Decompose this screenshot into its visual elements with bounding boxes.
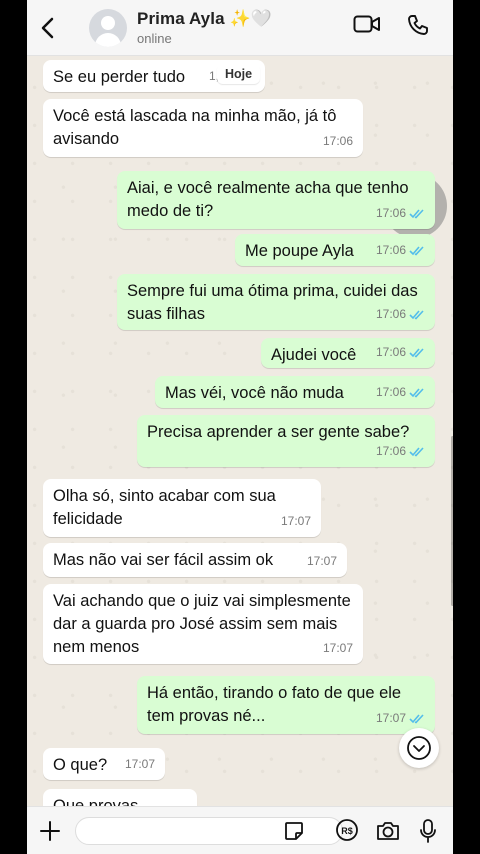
read-ticks-icon [409,447,424,457]
video-call-icon[interactable] [353,14,381,41]
contact-info[interactable]: Prima Ayla ✨🤍 online [137,9,272,46]
svg-text:R$: R$ [341,826,353,836]
message-bubble[interactable]: Olha só, sinto acabar com sua felicidade… [43,479,321,537]
message-time: 17:06 [322,134,353,148]
read-ticks-icon [409,388,424,398]
contact-status: online [137,31,172,46]
message-text: Precisa aprender a ser gente sabe? [147,423,410,441]
contact-name: Prima Ayla ✨🤍 [137,9,272,28]
message-text: Que provas [53,797,139,806]
message-bubble[interactable]: Me poupe Ayla 17:06 [235,234,435,266]
payment-icon[interactable]: R$ [335,818,359,847]
message-time: 17:07 [124,757,155,771]
message-bubble[interactable]: Você está lascada na minha mão, já tô av… [43,99,363,157]
message-time: 17:07 [306,554,337,568]
phone-icon[interactable] [407,14,429,41]
read-ticks-icon [409,714,424,724]
camera-icon[interactable] [375,820,401,847]
message-time: 17:06 [376,341,425,364]
message-time: 17:06 [376,381,425,404]
message-time: 17:06 [376,440,425,463]
message-time: 17:06 [376,303,425,326]
message-bubble[interactable]: Há então, tirando o fato de que ele tem … [137,676,435,734]
message-text: O que? [53,756,108,774]
message-text: Me poupe Ayla [245,242,354,260]
message-text: Você está lascada na minha mão, já tô av… [53,107,337,148]
plus-icon[interactable] [37,818,63,844]
read-ticks-icon [409,348,424,358]
message-text: Sempre fui uma ótima prima, cuidei das s… [127,282,418,323]
message-time: 17:06 [376,239,425,262]
message-bubble[interactable]: Ajudei você 17:06 [261,338,435,368]
read-ticks-icon [409,209,424,219]
chat-screen: Prima Ayla ✨🤍 online Se eu perder tudo 1… [27,0,453,854]
message-bubble[interactable]: Precisa aprender a ser gente sabe? 17:06 [137,415,435,467]
read-ticks-icon [409,310,424,320]
message-text: Aiai, e você realmente acha que tenho me… [127,179,409,220]
message-text: Vai achando que o juiz vai simplesmente … [53,592,351,656]
chevron-down-icon[interactable] [399,728,439,768]
date-separator: Hoje [217,64,261,84]
message-time: 17:07 [280,514,311,528]
composer-bar: R$ [27,806,453,854]
chevron-left-icon[interactable] [31,0,63,56]
avatar[interactable] [89,8,127,47]
message-text: Ajudei você [271,346,357,364]
scrollbar[interactable] [451,436,453,606]
message-bubble[interactable]: Mas véi, você não muda 17:06 [155,376,435,408]
message-text: Mas não vai ser fácil assim ok [53,551,274,569]
message-bubble[interactable]: O que? 17:07 [43,748,165,780]
message-bubble[interactable]: Vai achando que o juiz vai simplesmente … [43,584,363,664]
message-bubble[interactable]: Que provas [43,789,197,806]
message-text: Há então, tirando o fato de que ele tem … [147,684,402,725]
message-text: Se eu perder tudo [53,68,186,86]
message-bubble[interactable]: Sempre fui uma ótima prima, cuidei das s… [117,274,435,330]
message-list[interactable]: Se eu perder tudo 1, Hoje Você está lasc… [27,56,453,806]
message-time: 17:07 [322,641,353,655]
microphone-icon[interactable] [419,818,437,849]
read-ticks-icon [409,246,424,256]
sticker-icon[interactable] [283,820,305,847]
message-text: Olha só, sinto acabar com sua felicidade [53,487,276,528]
message-text: Mas véi, você não muda [165,384,344,402]
message-time: 17:06 [376,202,425,225]
message-bubble[interactable]: Mas não vai ser fácil assim ok 17:07 [43,543,347,577]
message-time: 17:07 [376,707,425,730]
chat-header: Prima Ayla ✨🤍 online [27,0,453,56]
message-bubble[interactable]: Aiai, e você realmente acha que tenho me… [117,171,435,229]
